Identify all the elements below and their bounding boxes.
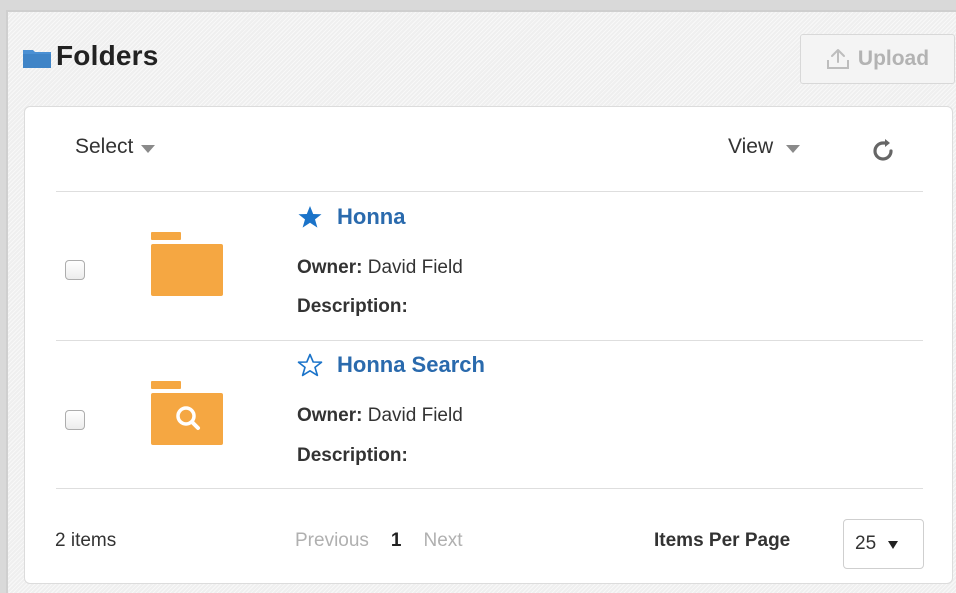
- search-folder-icon[interactable]: [149, 381, 223, 447]
- upload-button[interactable]: Upload: [800, 34, 955, 84]
- upload-label: Upload: [857, 47, 930, 70]
- list-footer: 2 items Previous 1 Next Items Per Page 2…: [25, 519, 952, 579]
- upload-icon: [826, 49, 849, 69]
- star-outline-icon[interactable]: [297, 352, 323, 378]
- owner-value: David Field: [367, 257, 463, 278]
- list-item: Honna Owner: David Field Description:: [25, 192, 952, 340]
- item-name-link[interactable]: Honna: [337, 204, 405, 230]
- previous-page-link[interactable]: Previous: [295, 530, 369, 552]
- owner-label: Owner:: [297, 405, 363, 426]
- folder-icon: [23, 50, 51, 68]
- owner-label: Owner:: [297, 257, 363, 278]
- divider: [56, 488, 923, 489]
- select-label: Select: [75, 135, 134, 158]
- refresh-icon[interactable]: [868, 136, 898, 166]
- owner-value: David Field: [367, 405, 463, 426]
- row-checkbox[interactable]: [65, 410, 85, 430]
- folder-list-panel: Select View Honna Owner: David Field Des…: [24, 106, 953, 584]
- folders-page: Folders Upload Select View Honna Owner: …: [6, 10, 956, 593]
- current-page-number: 1: [390, 530, 402, 551]
- select-menu[interactable]: Select: [75, 135, 156, 159]
- view-menu[interactable]: View: [728, 135, 801, 159]
- list-toolbar: Select View: [25, 107, 952, 191]
- chevron-down-icon: [888, 540, 899, 549]
- item-description: Description:: [297, 445, 408, 467]
- item-owner: Owner: David Field: [297, 405, 463, 427]
- pagination: Previous 1 Next: [295, 530, 463, 552]
- item-count: 2 items: [55, 530, 117, 551]
- next-page-link[interactable]: Next: [424, 530, 463, 552]
- chevron-down-icon: [786, 144, 801, 153]
- page-title: Folders: [56, 40, 159, 71]
- items-per-page-select[interactable]: 25: [843, 519, 924, 569]
- list-item: Honna Search Owner: David Field Descript…: [25, 341, 952, 489]
- item-description: Description:: [297, 296, 408, 318]
- chevron-down-icon: [141, 144, 156, 153]
- star-filled-icon[interactable]: [297, 204, 323, 230]
- item-title: Honna Search: [297, 352, 485, 378]
- item-title: Honna: [297, 204, 405, 230]
- folder-icon[interactable]: [149, 232, 223, 298]
- description-label: Description:: [297, 445, 408, 466]
- item-name-link[interactable]: Honna Search: [337, 352, 485, 378]
- item-owner: Owner: David Field: [297, 257, 463, 279]
- items-per-page-label: Items Per Page: [654, 530, 791, 551]
- items-per-page-value: 25: [855, 533, 877, 554]
- view-label: View: [728, 135, 774, 158]
- page-header: Folders: [22, 40, 159, 72]
- description-label: Description:: [297, 296, 408, 317]
- row-checkbox[interactable]: [65, 260, 85, 280]
